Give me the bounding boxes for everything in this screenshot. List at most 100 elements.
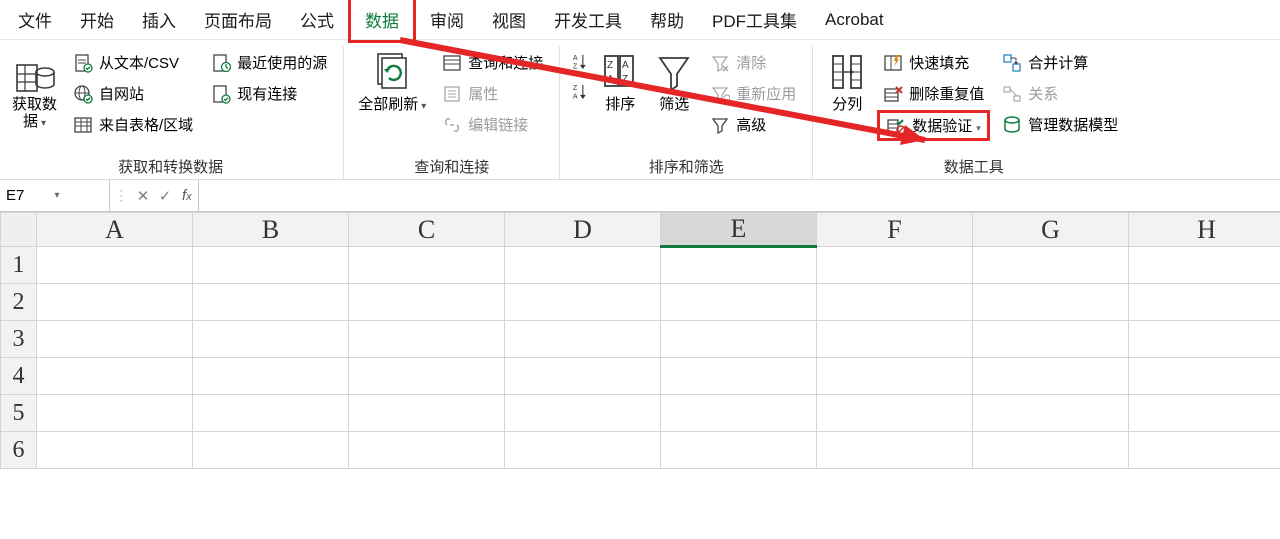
tab-insert[interactable]: 插入 <box>128 0 190 40</box>
refresh-all-button[interactable]: 全部刷新 <box>354 48 430 115</box>
cell[interactable] <box>973 358 1129 395</box>
cell[interactable] <box>661 321 817 358</box>
tab-developer[interactable]: 开发工具 <box>540 0 636 40</box>
cell[interactable] <box>37 358 193 395</box>
tab-page-layout[interactable]: 页面布局 <box>190 0 286 40</box>
cell[interactable] <box>349 321 505 358</box>
cell[interactable] <box>349 247 505 284</box>
tab-data[interactable]: 数据 <box>348 0 416 43</box>
col-header-G[interactable]: G <box>973 213 1129 247</box>
row-header-5[interactable]: 5 <box>1 395 37 432</box>
tab-formula[interactable]: 公式 <box>286 0 348 40</box>
cell[interactable] <box>349 358 505 395</box>
recent-sources-button[interactable]: 最近使用的源 <box>205 48 333 77</box>
row-header-2[interactable]: 2 <box>1 284 37 321</box>
cell[interactable] <box>817 321 973 358</box>
tab-view[interactable]: 视图 <box>478 0 540 40</box>
cell[interactable] <box>661 432 817 469</box>
cell[interactable] <box>37 247 193 284</box>
cell[interactable] <box>505 284 661 321</box>
cell[interactable] <box>349 432 505 469</box>
cell[interactable] <box>37 284 193 321</box>
col-header-F[interactable]: F <box>817 213 973 247</box>
formula-input[interactable] <box>198 180 1280 211</box>
consolidate-button[interactable]: 合并计算 <box>996 48 1094 77</box>
cell[interactable] <box>193 321 349 358</box>
col-header-C[interactable]: C <box>349 213 505 247</box>
cell[interactable] <box>193 247 349 284</box>
col-header-H[interactable]: H <box>1129 213 1280 247</box>
from-table-range-button[interactable]: 来自表格/区域 <box>67 110 199 139</box>
cell[interactable] <box>1129 358 1280 395</box>
cell[interactable] <box>505 395 661 432</box>
col-header-D[interactable]: D <box>505 213 661 247</box>
get-data-button[interactable]: 获取数 据 <box>8 48 61 133</box>
cell[interactable] <box>973 284 1129 321</box>
from-text-csv-button[interactable]: 从文本/CSV <box>67 48 185 77</box>
tab-review[interactable]: 审阅 <box>416 0 478 40</box>
cell[interactable] <box>1129 321 1280 358</box>
flash-fill-button[interactable]: 快速填充 <box>877 48 975 77</box>
cell[interactable] <box>1129 247 1280 284</box>
data-validation-button[interactable]: 数据验证 <box>877 110 990 141</box>
cell[interactable] <box>1129 284 1280 321</box>
cell[interactable] <box>193 432 349 469</box>
cell[interactable] <box>661 395 817 432</box>
cell[interactable] <box>37 321 193 358</box>
cell[interactable] <box>37 432 193 469</box>
cell[interactable] <box>193 284 349 321</box>
cell[interactable] <box>817 284 973 321</box>
tab-pdf-tools[interactable]: PDF工具集 <box>698 0 811 40</box>
existing-connections-button[interactable]: 现有连接 <box>205 79 303 108</box>
queries-connections-button[interactable]: 查询和连接 <box>436 48 549 77</box>
cell[interactable] <box>973 395 1129 432</box>
insert-function-button[interactable]: fx <box>182 187 192 204</box>
cell[interactable] <box>193 358 349 395</box>
cell[interactable] <box>661 358 817 395</box>
cell[interactable] <box>349 284 505 321</box>
cell[interactable] <box>973 247 1129 284</box>
row-header-3[interactable]: 3 <box>1 321 37 358</box>
manage-data-model-button[interactable]: 管理数据模型 <box>996 110 1124 139</box>
row-header-4[interactable]: 4 <box>1 358 37 395</box>
cell[interactable] <box>505 247 661 284</box>
advanced-filter-button[interactable]: 高级 <box>704 110 772 139</box>
enter-formula-button[interactable]: ✓ <box>154 180 176 211</box>
cell[interactable] <box>1129 432 1280 469</box>
cell[interactable] <box>349 395 505 432</box>
tab-file[interactable]: 文件 <box>4 0 66 40</box>
sort-button[interactable]: ZA AZ 排序 <box>596 48 644 115</box>
text-to-columns-button[interactable]: 分列 <box>823 48 871 115</box>
name-box[interactable]: E7 ▾ <box>0 180 110 211</box>
from-web-button[interactable]: 自网站 <box>67 79 150 108</box>
filter-button[interactable]: 筛选 <box>650 48 698 115</box>
select-all-corner[interactable] <box>1 213 37 247</box>
name-box-dropdown-icon[interactable]: ▾ <box>55 190 104 201</box>
sort-ascending-button[interactable]: AZ <box>570 52 590 72</box>
cell[interactable] <box>661 247 817 284</box>
col-header-B[interactable]: B <box>193 213 349 247</box>
cell[interactable] <box>973 432 1129 469</box>
cell[interactable] <box>661 284 817 321</box>
cell[interactable] <box>505 358 661 395</box>
remove-duplicates-button[interactable]: 删除重复值 <box>877 79 990 108</box>
tab-home[interactable]: 开始 <box>66 0 128 40</box>
cell[interactable] <box>817 247 973 284</box>
cell[interactable] <box>817 432 973 469</box>
col-header-A[interactable]: A <box>37 213 193 247</box>
cell[interactable] <box>37 395 193 432</box>
tab-help[interactable]: 帮助 <box>636 0 698 40</box>
cell[interactable] <box>1129 395 1280 432</box>
col-header-E[interactable]: E <box>661 213 817 247</box>
cell[interactable] <box>817 395 973 432</box>
cell[interactable] <box>505 321 661 358</box>
row-header-1[interactable]: 1 <box>1 247 37 284</box>
cancel-formula-button[interactable]: ✕ <box>132 180 154 211</box>
cell[interactable] <box>505 432 661 469</box>
row-header-6[interactable]: 6 <box>1 432 37 469</box>
cell[interactable] <box>817 358 973 395</box>
tab-acrobat[interactable]: Acrobat <box>811 2 898 38</box>
cell[interactable] <box>973 321 1129 358</box>
cell[interactable] <box>193 395 349 432</box>
sort-descending-button[interactable]: ZA <box>570 82 590 102</box>
